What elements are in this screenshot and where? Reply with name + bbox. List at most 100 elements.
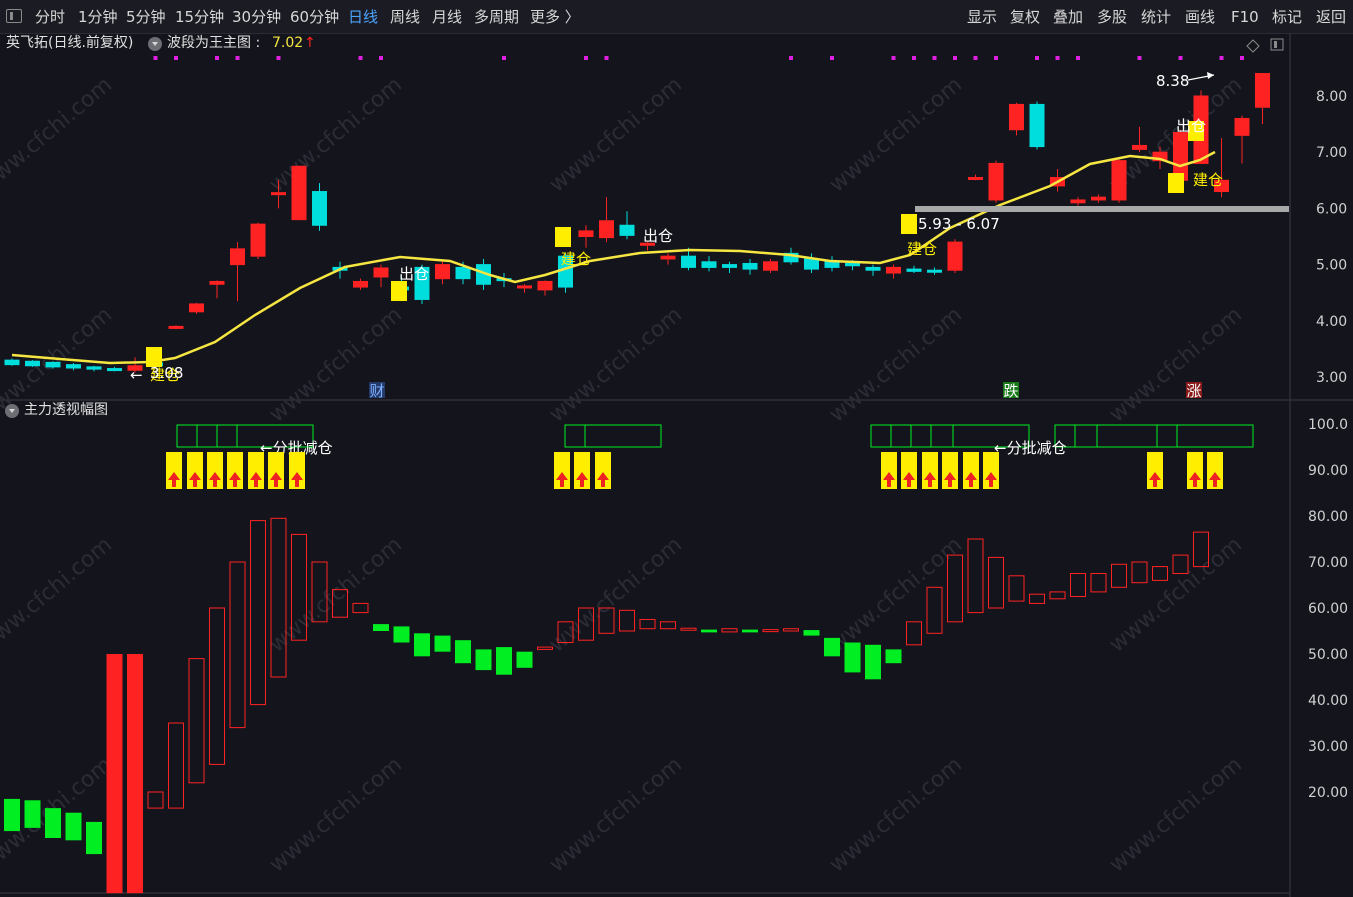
signal-dot bbox=[235, 56, 240, 60]
candle-body bbox=[742, 262, 758, 270]
candle-body bbox=[722, 264, 737, 268]
subchart-axis-label: 80.00 bbox=[1308, 509, 1348, 525]
watermark-text: www.cfchi.com bbox=[825, 752, 967, 877]
watermark-text: www.cfchi.com bbox=[545, 532, 687, 657]
watermark-text: www.cfchi.com bbox=[825, 532, 967, 657]
low-price-label: 3.08 bbox=[150, 364, 183, 382]
capital-bar-green bbox=[4, 798, 20, 832]
price-axis-label: 8.00 bbox=[1316, 89, 1347, 105]
build-position-label: 建仓 bbox=[1193, 171, 1223, 189]
signal-dot bbox=[1055, 56, 1060, 60]
batch-reduce-box bbox=[564, 424, 586, 448]
candle-body bbox=[1255, 73, 1270, 108]
stock-title: 英飞拓(日线.前复权) bbox=[6, 35, 134, 51]
price-axis-label: 3.00 bbox=[1316, 370, 1347, 386]
signal-dot bbox=[1219, 56, 1224, 60]
build-position-label: 建仓 bbox=[907, 240, 937, 258]
batch-reduce-box bbox=[1176, 424, 1254, 448]
capital-bar-green bbox=[65, 812, 82, 841]
candle-body bbox=[86, 366, 102, 370]
candle-body bbox=[455, 266, 471, 280]
signal-dot bbox=[174, 56, 178, 60]
subchart-axis-label: 90.00 bbox=[1308, 463, 1348, 479]
capital-bar-red bbox=[680, 627, 697, 631]
signal-box bbox=[1168, 173, 1184, 193]
exit-position-label: 出仓 bbox=[643, 227, 673, 245]
capital-bar-red bbox=[906, 621, 922, 646]
indicator-dropdown-icon[interactable] bbox=[148, 37, 162, 51]
subchart-axis-label: 70.00 bbox=[1308, 555, 1348, 571]
candle-body bbox=[517, 285, 532, 289]
batch-reduce-box bbox=[584, 424, 662, 448]
batch-reduce-box bbox=[930, 424, 954, 448]
price-axis-label: 4.00 bbox=[1316, 314, 1347, 330]
fall-marker: 跌 bbox=[1003, 382, 1018, 400]
capital-bar-red bbox=[967, 538, 984, 614]
subchart-axis-label: 60.00 bbox=[1308, 601, 1348, 617]
price-axis-label: 7.00 bbox=[1316, 145, 1347, 161]
capital-bar-green bbox=[844, 642, 861, 673]
diamond-icon bbox=[1246, 39, 1260, 53]
candle-body bbox=[66, 364, 81, 369]
indicator-up-arrow: ↑ bbox=[304, 35, 316, 51]
capital-bar-red bbox=[1152, 566, 1168, 581]
capital-bar-green bbox=[475, 649, 492, 671]
capital-bar-red bbox=[1029, 593, 1045, 604]
capital-bar-red bbox=[762, 629, 779, 633]
capital-bar-green bbox=[496, 647, 512, 675]
capital-bar-green bbox=[701, 629, 717, 633]
batch-reduce-box bbox=[870, 424, 892, 448]
candle-body bbox=[230, 248, 245, 266]
candle-body bbox=[681, 255, 696, 268]
capital-bar-red bbox=[1049, 591, 1066, 600]
capital-bar-green bbox=[516, 651, 533, 668]
signal-box bbox=[901, 214, 917, 234]
price-axis-label: 6.00 bbox=[1316, 201, 1347, 217]
batch-reduce-box bbox=[196, 424, 218, 448]
candle-body bbox=[1009, 103, 1024, 131]
candle-body bbox=[968, 176, 983, 180]
capital-bar-red bbox=[988, 556, 1004, 609]
candle-body bbox=[1111, 160, 1127, 201]
signal-dot bbox=[830, 56, 834, 60]
candle-body bbox=[25, 360, 40, 367]
price-zone-label: 5.93 - 6.07 bbox=[918, 215, 1000, 233]
candle-body bbox=[1091, 196, 1106, 201]
signal-dot bbox=[1035, 56, 1039, 60]
capital-bar-green bbox=[824, 637, 840, 657]
candle-body bbox=[886, 266, 901, 274]
candle-body bbox=[906, 268, 922, 272]
capital-bar-red bbox=[619, 609, 635, 632]
capital-bar-red bbox=[229, 561, 246, 729]
watermark-text: www.cfchi.com bbox=[545, 302, 687, 427]
watermark-text: www.cfchi.com bbox=[1105, 302, 1247, 427]
capital-bar-green bbox=[393, 626, 410, 643]
watermark-text: www.cfchi.com bbox=[825, 72, 967, 197]
candle-body bbox=[804, 258, 819, 270]
capital-bar-red bbox=[721, 628, 738, 633]
watermark-text: www.cfchi.com bbox=[265, 752, 407, 877]
capital-bar-green bbox=[373, 624, 389, 631]
candle-body bbox=[107, 368, 122, 372]
signal-dot bbox=[891, 56, 896, 60]
batch-reduce-box bbox=[1156, 424, 1178, 448]
watermark-text: www.cfchi.com bbox=[265, 72, 407, 197]
candle-body bbox=[1070, 199, 1086, 204]
signal-dot bbox=[276, 56, 281, 60]
signal-dot bbox=[1076, 56, 1080, 60]
signal-dot bbox=[215, 56, 219, 60]
signal-dot bbox=[932, 56, 937, 60]
subchart-dropdown-icon[interactable] bbox=[5, 404, 19, 418]
kline-chart-area[interactable]: www.cfchi.com www.cfchi.com www.cfchi.com w… bbox=[0, 0, 1353, 897]
price-axis-label: 5.00 bbox=[1316, 258, 1347, 274]
watermark-text: www.cfchi.com bbox=[825, 302, 967, 427]
support-band bbox=[915, 206, 1289, 212]
signal-box bbox=[391, 281, 407, 301]
batch-reduce-box bbox=[176, 424, 198, 448]
capital-bar-green bbox=[803, 630, 820, 636]
candle-body bbox=[660, 255, 676, 260]
signal-dot bbox=[153, 56, 158, 60]
candle-body bbox=[988, 162, 1004, 201]
signal-dot bbox=[912, 56, 916, 60]
candle-body bbox=[4, 359, 20, 366]
